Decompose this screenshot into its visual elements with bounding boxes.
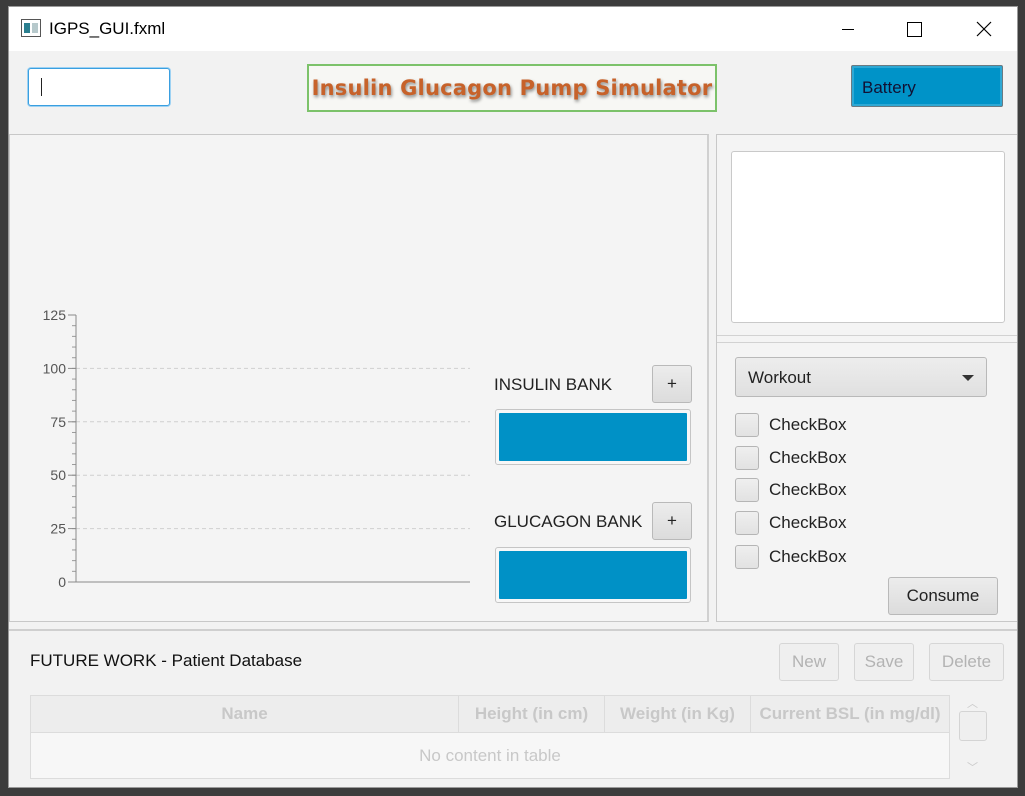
checkbox[interactable] bbox=[735, 478, 759, 502]
column-header-name[interactable]: Name bbox=[31, 696, 459, 732]
side-panel: Workout CheckBox CheckBox CheckBox Check… bbox=[716, 134, 1017, 622]
checkbox-label: CheckBox bbox=[769, 480, 847, 499]
checkbox[interactable] bbox=[735, 413, 759, 437]
patient-table: Name Height (in cm) Weight (in Kg) Curre… bbox=[30, 695, 950, 779]
y-tick-label: 0 bbox=[58, 574, 66, 590]
checkbox-row[interactable]: CheckBox bbox=[735, 544, 846, 570]
checkbox-label: CheckBox bbox=[769, 415, 847, 434]
activity-select[interactable]: Workout bbox=[735, 357, 987, 397]
checkbox-row[interactable]: CheckBox bbox=[735, 445, 846, 471]
close-icon bbox=[976, 21, 992, 37]
checkbox-row[interactable]: CheckBox bbox=[735, 412, 846, 438]
notes-textarea[interactable] bbox=[731, 151, 1005, 323]
y-tick-label: 50 bbox=[50, 467, 66, 483]
checkbox-row[interactable]: CheckBox bbox=[735, 510, 846, 536]
scroll-up-icon[interactable]: ︿ bbox=[967, 695, 978, 711]
column-header-bsl[interactable]: Current BSL (in mg/dl) bbox=[751, 696, 949, 732]
y-tick-label: 100 bbox=[43, 360, 67, 376]
app-window: IGPS_GUI.fxml Insulin Glucagon Pump Simu… bbox=[8, 6, 1018, 788]
checkbox-row[interactable]: CheckBox bbox=[735, 477, 846, 503]
scroll-thumb[interactable] bbox=[959, 711, 987, 741]
glucagon-bank-fill bbox=[499, 551, 687, 599]
column-header-weight[interactable]: Weight (in Kg) bbox=[605, 696, 751, 732]
checkbox-label: CheckBox bbox=[769, 547, 847, 566]
scroll-down-icon[interactable]: ﹀ bbox=[967, 759, 978, 775]
checkbox-label: CheckBox bbox=[769, 448, 847, 467]
minimize-button[interactable] bbox=[825, 7, 871, 51]
save-button[interactable]: Save bbox=[854, 643, 914, 681]
maximize-button[interactable] bbox=[891, 7, 937, 51]
database-title: FUTURE WORK - Patient Database bbox=[30, 651, 303, 670]
chevron-down-icon bbox=[962, 375, 974, 381]
table-scrollbar[interactable]: ︿ ﹀ bbox=[956, 695, 990, 779]
y-tick-label: 25 bbox=[50, 521, 66, 537]
banner-title: Insulin Glucagon Pump Simulator bbox=[311, 76, 713, 100]
table-header: Name Height (in cm) Weight (in Kg) Curre… bbox=[31, 696, 949, 733]
window-title: IGPS_GUI.fxml bbox=[49, 19, 166, 38]
top-text-input[interactable] bbox=[28, 68, 170, 106]
checkbox-label: CheckBox bbox=[769, 513, 847, 532]
bsl-chart: 0 25 50 75 100 125 bbox=[43, 307, 470, 590]
chart-panel: 0 25 50 75 100 125 INSULIN BANK + GLUCAGON BA… bbox=[9, 134, 709, 622]
glucagon-add-button[interactable]: + bbox=[652, 502, 692, 540]
insulin-bank-level bbox=[495, 409, 691, 465]
close-button[interactable] bbox=[961, 7, 1007, 51]
consume-button[interactable]: Consume bbox=[888, 577, 998, 615]
y-tick-label: 125 bbox=[43, 307, 67, 323]
y-tick-label: 75 bbox=[50, 414, 66, 430]
side-divider bbox=[717, 335, 1017, 343]
app-icon bbox=[21, 19, 41, 37]
delete-button[interactable]: Delete bbox=[929, 643, 1004, 681]
glucagon-bank-label: GLUCAGON BANK bbox=[494, 512, 643, 531]
minimize-icon bbox=[842, 28, 854, 30]
activity-select-value: Workout bbox=[748, 368, 811, 387]
battery-indicator: Battery bbox=[851, 65, 1003, 107]
glucagon-bank-level bbox=[495, 547, 691, 603]
new-button[interactable]: New bbox=[779, 643, 839, 681]
column-header-height[interactable]: Height (in cm) bbox=[459, 696, 605, 732]
insulin-bank-label: INSULIN BANK bbox=[494, 375, 613, 394]
insulin-add-button[interactable]: + bbox=[652, 365, 692, 403]
title-bar: IGPS_GUI.fxml bbox=[9, 7, 1017, 51]
app-banner-logo: Insulin Glucagon Pump Simulator bbox=[307, 64, 717, 112]
patient-database-section: FUTURE WORK - Patient Database New Save … bbox=[9, 629, 1017, 787]
maximize-icon bbox=[906, 21, 922, 37]
table-empty-message: No content in table bbox=[419, 746, 561, 765]
checkbox[interactable] bbox=[735, 511, 759, 535]
checkbox[interactable] bbox=[735, 446, 759, 470]
checkbox[interactable] bbox=[735, 545, 759, 569]
insulin-bank-fill bbox=[499, 413, 687, 461]
